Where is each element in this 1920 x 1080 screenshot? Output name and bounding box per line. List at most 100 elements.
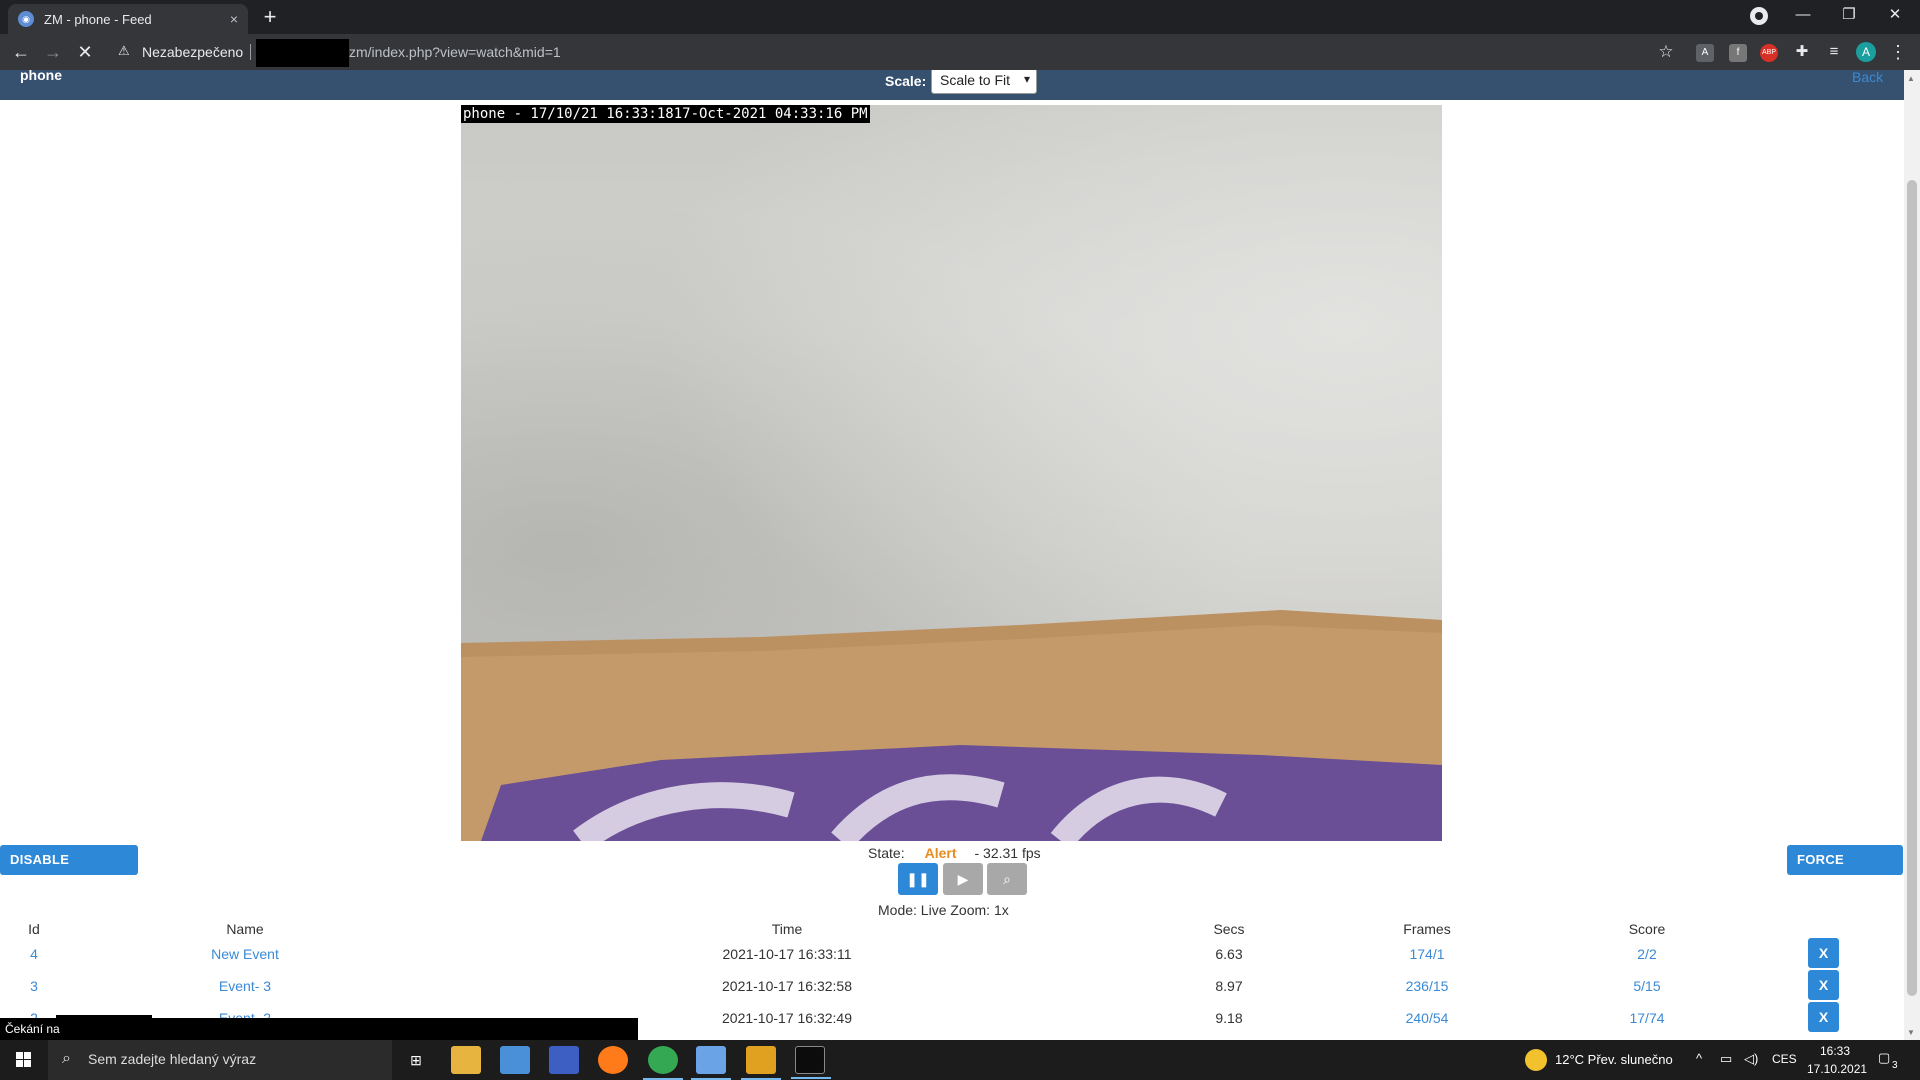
back-link[interactable]: Back [1852,70,1883,85]
stop-icon[interactable]: ✕ [73,40,97,64]
event-name-link[interactable]: New Event [211,946,279,962]
delete-event-button[interactable]: X [1808,938,1839,968]
state-value: Alert [924,845,957,861]
taskbar-search-input[interactable]: ⌕ Sem zadejte hledaný výraz [48,1040,392,1080]
scale-select[interactable]: Scale to Fit ▾ [931,70,1037,94]
extension-f-icon[interactable]: f [1729,44,1747,62]
event-time: 2021-10-17 16:33:11 [722,946,852,962]
feed-shelf-image [461,610,1442,841]
scroll-down-icon[interactable]: ▼ [1907,1028,1915,1037]
fps-value: - 32.31 fps [974,845,1041,861]
virtualbox-icon[interactable] [691,1046,731,1080]
menu-icon[interactable]: ⋮ [1886,40,1910,64]
security-label: Nezabezpečeno [142,44,244,60]
column-header-name[interactable]: Name [226,921,263,937]
zoom-icon: ⌕ [1003,871,1011,887]
table-row: 4 New Event 2021-10-17 16:33:11 6.63 174… [0,943,1904,965]
chrome-icon[interactable] [643,1046,683,1080]
column-header-score[interactable]: Score [1629,921,1666,937]
close-window-icon[interactable]: ✕ [1872,0,1918,32]
forward-icon[interactable]: → [41,40,65,64]
calculator-icon[interactable] [500,1046,530,1074]
zoneminder-watch-page: phone Scale: Scale to Fit ▾ Back phone -… [0,70,1904,1040]
event-frames-link[interactable]: 236/15 [1406,978,1449,994]
event-score-link[interactable]: 5/15 [1633,978,1660,994]
live-video-feed[interactable]: phone - 17/10/21 16:33:1817-Oct-2021 04:… [461,105,1442,841]
extensions-icon[interactable]: ✚ [1790,40,1814,64]
tab-title: ZM - phone - Feed [44,11,152,27]
profile-icon[interactable]: A [1856,42,1876,62]
disable-alarms-button[interactable]: DISABLE ALARMS [0,845,138,897]
omnibox-divider [250,44,251,60]
media-icon[interactable]: ≡ [1822,40,1846,64]
firefox-icon[interactable] [598,1046,628,1074]
chevron-down-icon: ▾ [1023,72,1030,86]
page-scrollbar[interactable]: ▲ ▼ [1904,70,1920,1040]
event-score-link[interactable]: 2/2 [1637,946,1656,962]
event-score-link[interactable]: 17/74 [1629,1010,1664,1026]
redacted-host [256,39,349,67]
notification-count: 3 [1892,1060,1898,1071]
event-name-link[interactable]: Event- 3 [219,978,271,994]
column-header-secs[interactable]: Secs [1213,921,1244,937]
url-text: zm/index.php?view=watch&mid=1 [349,44,561,60]
new-tab-button[interactable]: + [258,5,282,29]
status-text: Čekání na [5,1022,60,1036]
scale-label: Scale: [885,73,927,89]
events-table-header: Id Name Time Secs Frames Score [0,918,1904,940]
pause-button[interactable]: ❚❚ [898,863,938,895]
restore-icon[interactable]: ❐ [1826,0,1872,32]
browser-tab[interactable]: ◉ ZM - phone - Feed × [8,4,248,34]
notifications-icon[interactable]: ▢ [1878,1050,1890,1066]
delete-event-button[interactable]: X [1808,1002,1839,1032]
windows-start-icon[interactable] [0,1040,48,1080]
volume-icon[interactable]: ◁) [1744,1051,1758,1067]
state-line: State: Alert - 32.31 fps [868,845,1041,861]
play-icon: ▶ [957,871,969,887]
event-id-link[interactable]: 4 [30,946,38,962]
windows-taskbar: ⌕ Sem zadejte hledaný výraz ⊞ 12°C Přev.… [0,1040,1920,1080]
save-app-icon[interactable] [549,1046,579,1074]
column-header-frames[interactable]: Frames [1403,921,1450,937]
event-secs: 8.97 [1215,978,1243,994]
scroll-up-icon[interactable]: ▲ [1907,74,1915,83]
language-indicator[interactable]: CES [1772,1052,1797,1066]
column-header-id[interactable]: Id [28,921,40,937]
address-bar[interactable]: ⚠ Nezabezpečeno zm/index.php?view=watch&… [112,38,1672,67]
task-view-icon[interactable]: ⊞ [401,1046,431,1074]
scrollbar-thumb[interactable] [1907,180,1917,996]
monitor-name: phone [20,70,62,83]
table-row: 3 Event- 3 2021-10-17 16:32:58 8.97 236/… [0,975,1904,997]
mode-zoom-line: Mode: Live Zoom: 1x [878,902,1009,918]
star-icon[interactable]: ☆ [1654,40,1678,64]
watch-header: phone Scale: Scale to Fit ▾ Back [0,70,1904,100]
back-icon[interactable]: ← [9,40,33,64]
terminal-icon[interactable] [791,1046,831,1079]
tab-close-icon[interactable]: × [230,11,238,27]
weather-text[interactable]: 12°C Přev. slunečno [1555,1052,1673,1067]
delete-event-button[interactable]: X [1808,970,1839,1000]
database-tool-icon[interactable] [741,1046,781,1080]
force-alarm-button[interactable]: FORCE ALARM [1787,845,1903,897]
event-secs: 9.18 [1215,1010,1243,1026]
network-icon[interactable]: ▭ [1720,1051,1732,1067]
event-frames-link[interactable]: 240/54 [1406,1010,1449,1026]
clock-time[interactable]: 16:33 [1820,1044,1850,1058]
search-icon: ⌕ [62,1050,71,1067]
tray-chevron-icon[interactable]: ^ [1696,1051,1702,1066]
file-explorer-icon[interactable] [451,1046,481,1074]
event-id-link[interactable]: 3 [30,978,38,994]
weather-icon[interactable] [1525,1049,1547,1071]
extension-a-icon[interactable]: A [1696,44,1714,62]
minimize-icon[interactable]: — [1780,0,1826,32]
warning-icon: ⚠ [118,43,130,58]
media-control-icon[interactable] [1750,7,1768,25]
clock-date[interactable]: 17.10.2021 [1807,1062,1867,1076]
event-time: 2021-10-17 16:32:49 [722,1010,852,1026]
play-button[interactable]: ▶ [943,863,983,895]
adblock-icon[interactable]: ABP [1760,44,1778,62]
zoom-out-button[interactable]: ⌕ [987,863,1027,895]
column-header-time[interactable]: Time [772,921,803,937]
zoneminder-favicon-icon: ◉ [18,11,34,27]
event-frames-link[interactable]: 174/1 [1409,946,1444,962]
